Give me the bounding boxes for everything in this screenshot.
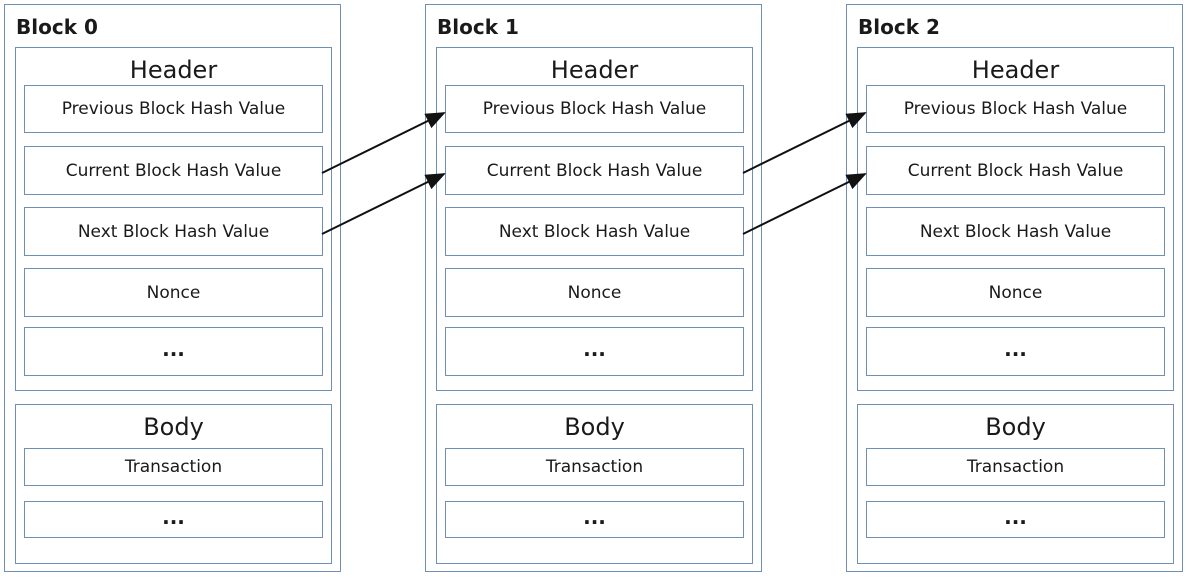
current-to-previous-arrow [321,112,446,174]
arrows-layer [321,112,867,235]
next-to-current-arrow [742,173,867,235]
next-to-current-arrow [321,173,446,235]
current-to-previous-arrow [742,112,867,174]
